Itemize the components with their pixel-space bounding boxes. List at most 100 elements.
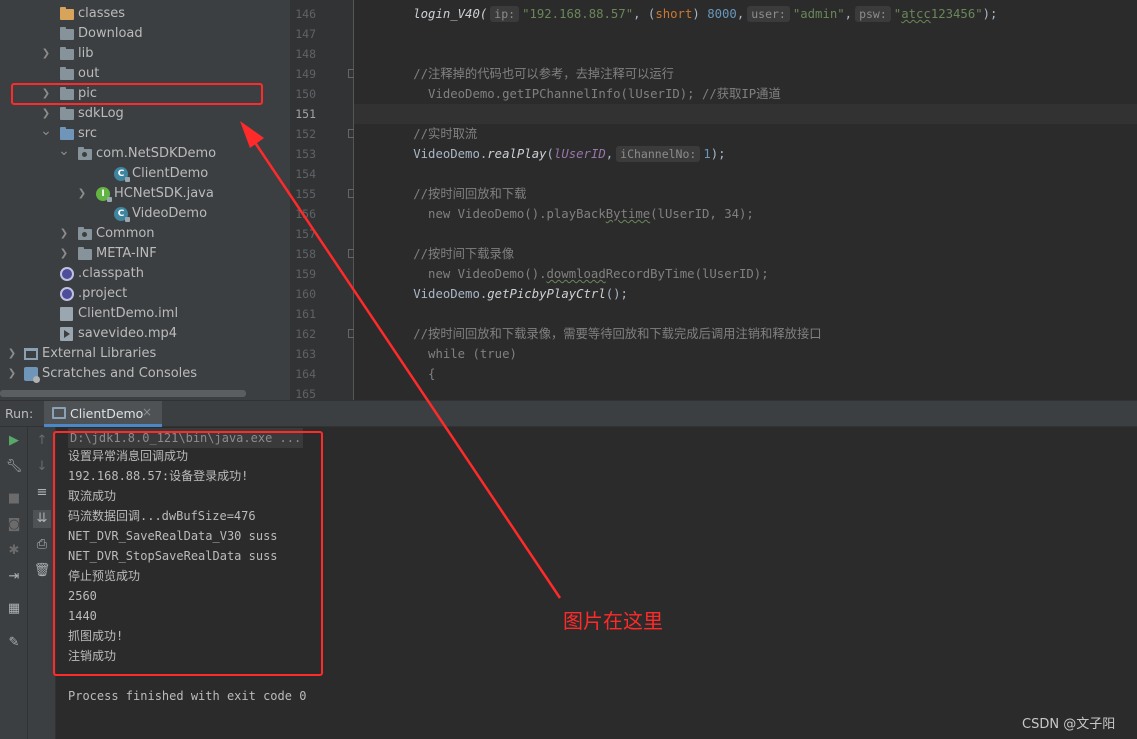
up-arrow-icon[interactable]: ↑ (33, 432, 51, 450)
down-arrow-icon[interactable]: ↓ (33, 458, 51, 476)
tree-item[interactable]: C VideoDemo (0, 204, 290, 224)
pin-icon[interactable]: ✎ (5, 634, 23, 652)
chevron-down-icon[interactable]: ⌄ (58, 144, 70, 158)
close-icon[interactable]: × (142, 405, 152, 419)
code-line-156[interactable]: new VideoDemo().playBackBytime(lUserID, … (354, 204, 1137, 224)
run-tab-clientdemo[interactable]: ClientDemo × (44, 401, 162, 427)
line-number: 154 (295, 167, 316, 181)
code-line-163[interactable]: while (true) (354, 344, 1137, 364)
code-line-150[interactable]: VideoDemo.getIPChannelInfo(lUserID); //获… (354, 84, 1137, 104)
stop-icon[interactable]: ■ (5, 490, 23, 508)
line-number: 158 (295, 247, 316, 261)
chevron-right-icon[interactable]: ❯ (40, 44, 52, 64)
tree-item[interactable]: ❯ Scratches and Consoles (0, 364, 290, 384)
code-line-146[interactable]: login_V40(ip: "192.168.88.57", (short) 80… (354, 4, 1137, 24)
tree-item[interactable]: .classpath (0, 264, 290, 284)
tree-item[interactable]: C ClientDemo (0, 164, 290, 184)
code-line-151-current[interactable] (354, 104, 1137, 124)
tree-item-label: .classpath (78, 266, 144, 281)
tree-item[interactable]: ⌄ com.NetSDKDemo (0, 144, 290, 164)
tree-item[interactable]: .project (0, 284, 290, 304)
code-line-158[interactable]: //按时间下载录像 (354, 244, 1137, 264)
package-icon (78, 227, 92, 240)
tree-item[interactable]: ⌄ src (0, 124, 290, 144)
run-label: Run: (5, 406, 34, 421)
tree-item-label: classes (78, 6, 126, 21)
chevron-right-icon[interactable]: ❯ (6, 364, 18, 384)
code-line-149[interactable]: //注释掉的代码也可以参考，去掉注释可以运行 (354, 64, 1137, 84)
print-icon[interactable]: ⎙ (33, 536, 51, 554)
line-number: 146 (295, 7, 316, 21)
eclipse-file-icon (60, 287, 74, 301)
eclipse-file-icon (60, 267, 74, 281)
tree-horizontal-scrollbar[interactable] (0, 390, 246, 397)
line-number: 148 (295, 47, 316, 61)
tree-item-label: Scratches and Consoles (42, 366, 198, 381)
tree-item[interactable]: ❯ External Libraries (0, 344, 290, 364)
line-number: 153 (295, 147, 316, 161)
tree-item[interactable]: savevideo.mp4 (0, 324, 290, 344)
line-number: 159 (295, 267, 316, 281)
folder-icon (60, 47, 74, 60)
folder-icon (60, 67, 74, 80)
tree-item[interactable]: ❯ META-INF (0, 244, 290, 264)
chevron-right-icon[interactable]: ❯ (58, 244, 70, 264)
code-line-152[interactable]: //实时取流 (354, 124, 1137, 144)
chevron-right-icon[interactable]: ❯ (58, 224, 70, 244)
tree-item[interactable]: classes (0, 4, 290, 24)
tree-item-label: com.NetSDKDemo (96, 146, 217, 161)
tree-item[interactable]: ❯ Common (0, 224, 290, 244)
watermark: CSDN @文子阳 (1022, 717, 1116, 732)
tree-item[interactable]: Download (0, 24, 290, 44)
tree-item-label: META-INF (96, 246, 157, 261)
tree-item[interactable]: ClientDemo.iml (0, 304, 290, 324)
trash-icon[interactable]: 🗑︎ (33, 562, 51, 580)
code-line-160[interactable]: VideoDemo.getPicbyPlayCtrl(); (354, 284, 1137, 304)
code-line-153[interactable]: VideoDemo.realPlay(lUserID, iChannelNo: 1)… (354, 144, 1137, 164)
code-line-155[interactable]: //按时间回放和下载 (354, 184, 1137, 204)
line-number: 163 (295, 347, 316, 361)
tree-item[interactable]: ❯ sdkLog (0, 104, 290, 124)
tree-item-label: ClientDemo (132, 166, 209, 181)
folder-blue-icon (60, 127, 74, 140)
tree-item-label: .project (78, 286, 128, 301)
soft-wrap-icon[interactable]: ≡ (33, 484, 51, 502)
folder-icon (60, 107, 74, 120)
wrench-icon[interactable]: 🔧︎ (5, 458, 23, 476)
console-exit-message: Process finished with exit code 0 (68, 689, 307, 703)
package-icon (78, 147, 92, 160)
tree-item-label: ClientDemo.iml (78, 306, 179, 321)
code-editor[interactable]: login_V40(ip: "192.168.88.57", (short) 80… (354, 0, 1137, 400)
folder-icon (78, 247, 92, 260)
library-icon (24, 348, 38, 360)
project-tree: classes Download ❯ lib out ❯ pic ❯ sdkLog ⌄ src ⌄ co… (0, 0, 290, 400)
layout-icon[interactable]: ▦ (5, 600, 23, 618)
exit-icon[interactable]: ⇥ (5, 568, 23, 586)
line-number: 160 (295, 287, 316, 301)
tree-item[interactable]: ❯ lib (0, 44, 290, 64)
chevron-right-icon[interactable]: ❯ (6, 344, 18, 364)
tree-item-label: External Libraries (42, 346, 157, 361)
rerun-icon[interactable]: ▶ (5, 432, 23, 450)
editor-gutter: 146147148149150//151152153154155156//157… (290, 0, 372, 401)
tree-item-label: Download (78, 26, 143, 41)
line-number: 162 (295, 327, 316, 341)
code-line-162[interactable]: //按时间回放和下载录像，需要等待回放和下载完成后调用注销和释放接口 (354, 324, 1137, 344)
chevron-right-icon[interactable]: ❯ (40, 104, 52, 124)
console-toolbar: ↑ ↓ ≡ ⇊ ⎙ 🗑︎ (28, 427, 56, 739)
chevron-down-icon[interactable]: ⌄ (40, 124, 52, 138)
line-number: 152 (295, 127, 316, 141)
folder-orange-icon (60, 7, 74, 20)
iml-file-icon (60, 307, 73, 321)
code-line-159[interactable]: new VideoDemo().dowmloadRecordByTime(lUs… (354, 264, 1137, 284)
annotation-note: 图片在这里 (563, 609, 663, 633)
tree-item[interactable]: out (0, 64, 290, 84)
debug-icon[interactable]: ✱ (5, 542, 23, 560)
camera-icon[interactable]: ◙ (5, 516, 23, 534)
highlight-box-console (53, 431, 323, 676)
tree-item[interactable]: ❯ I HCNetSDK.java (0, 184, 290, 204)
chevron-right-icon[interactable]: ❯ (76, 184, 88, 204)
code-line-164[interactable]: { (354, 364, 1137, 384)
scroll-to-end-icon[interactable]: ⇊ (33, 510, 51, 528)
tree-item-label: VideoDemo (132, 206, 208, 221)
